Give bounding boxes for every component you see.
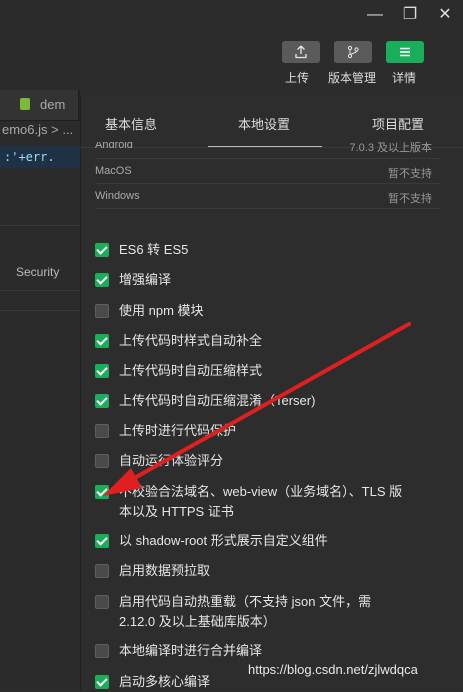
option-label: 启动多核心编译 [119,674,211,689]
maximize-button[interactable]: ❐ [399,4,421,26]
checkbox[interactable] [95,644,109,658]
option-label: 启用代码自动热重载（不支持 json 文件，需 2.12.0 及以上基础库版本） [119,594,372,629]
breadcrumb[interactable]: emo6.js > ... [0,122,80,144]
checkbox[interactable] [95,534,109,548]
js-file-icon [20,98,30,110]
devtools-tab-security[interactable]: Security [16,265,59,279]
checkbox[interactable] [95,564,109,578]
option-label: 以 shadow-root 形式展示自定义组件 [119,533,328,548]
option-shadow-root[interactable]: 以 shadow-root 形式展示自定义组件 [95,531,425,551]
details-button[interactable] [386,41,424,63]
tab-project-config[interactable]: 项目配置 [372,114,424,133]
code-line[interactable]: :'+err. [0,146,80,168]
watermark: https://blog.csdn.net/zjlwdqca [248,662,418,677]
option-style-autocomplete[interactable]: 上传代码时样式自动补全 [95,331,425,351]
option-label: 上传代码时自动压缩混淆（Terser) [119,393,316,408]
option-label: 上传代码时样式自动补全 [119,333,263,348]
option-minify-obfuscate[interactable]: 上传代码时自动压缩混淆（Terser) [95,391,425,411]
checkbox[interactable] [95,364,109,378]
option-auto-score[interactable]: 自动运行体验评分 [95,451,425,471]
divider [95,158,440,159]
divider [95,183,440,184]
tab-basic-info[interactable]: 基本信息 [105,114,157,133]
checkbox[interactable] [95,424,109,438]
tab-local-settings[interactable]: 本地设置 [238,114,290,133]
checkbox[interactable] [95,273,109,287]
checkbox[interactable] [95,595,109,609]
option-enhanced-compile[interactable]: 增强编译 [95,270,425,290]
divider [0,290,80,291]
upload-button[interactable] [282,41,320,63]
option-skip-domain-check[interactable]: 不校验合法域名、web-view（业务域名）、TLS 版本以及 HTTPS 证书 [95,482,413,522]
checkbox[interactable] [95,454,109,468]
checkbox[interactable] [95,304,109,318]
option-minify-style[interactable]: 上传代码时自动压缩样式 [95,361,425,381]
divider [95,208,440,209]
option-data-prefetch[interactable]: 启用数据预拉取 [95,561,425,581]
option-label: 上传时进行代码保护 [119,423,237,438]
divider [0,310,80,311]
os-row-windows: Windows 暂不支持 [95,190,432,205]
checkbox[interactable] [95,394,109,408]
option-merge-compile[interactable]: 本地编译时进行合并编译 [95,641,425,661]
option-es6-to-es5[interactable]: ES6 转 ES5 [95,240,425,260]
version-button[interactable] [334,41,372,63]
option-label: 使用 npm 模块 [119,303,204,318]
details-label: 详情 [392,71,417,85]
checkbox[interactable] [95,243,109,257]
checkbox[interactable] [95,675,109,689]
upload-label: 上传 [285,71,310,85]
checkbox[interactable] [95,485,109,499]
minimize-button[interactable]: — [364,4,386,26]
option-npm-modules[interactable]: 使用 npm 模块 [95,301,425,321]
menu-icon [400,47,410,57]
option-label: 自动运行体验评分 [119,453,224,468]
option-hot-reload[interactable]: 启用代码自动热重载（不支持 json 文件，需 2.12.0 及以上基础库版本） [95,592,395,632]
option-label: ES6 转 ES5 [119,242,189,257]
option-label: 上传代码时自动压缩样式 [119,363,263,378]
os-row-macos: MacOS 暂不支持 [95,165,432,180]
option-label: 不校验合法域名、web-view（业务域名）、TLS 版本以及 HTTPS 证书 [119,484,403,519]
editor-file-tab-label[interactable]: dem [40,97,65,112]
divider [0,225,80,226]
os-row-android: Android 7.0.3 及以上版本 [95,142,432,154]
option-code-protection[interactable]: 上传时进行代码保护 [95,421,425,441]
upload-icon [295,45,307,59]
option-label: 启用数据预拉取 [119,563,211,578]
option-label: 增强编译 [119,272,172,287]
option-label: 本地编译时进行合并编译 [119,643,263,658]
checkbox[interactable] [95,334,109,348]
branch-icon [347,45,359,59]
version-label: 版本管理 [328,71,377,85]
close-button[interactable]: ✕ [434,4,456,26]
